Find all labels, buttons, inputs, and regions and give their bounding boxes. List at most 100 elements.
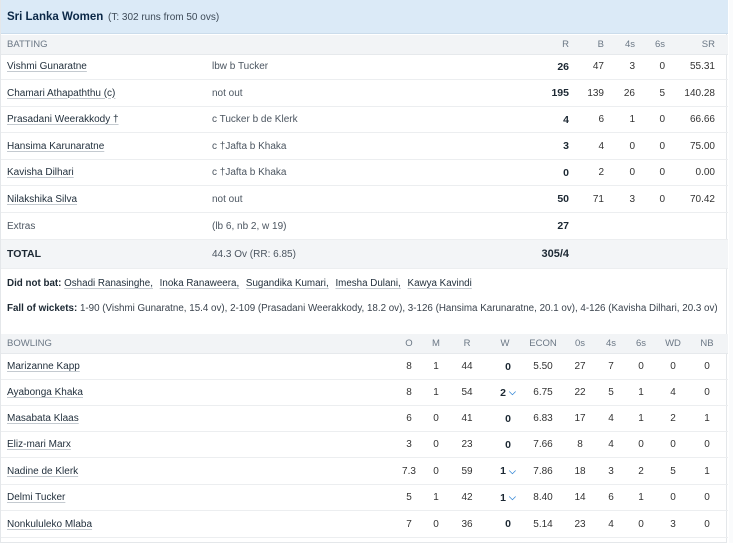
bowler-runs: 36 (461, 518, 473, 530)
bowler-runs: 59 (461, 465, 473, 477)
team-header[interactable]: Sri Lanka Women (T: 302 runs from 50 ovs… (1, 0, 728, 34)
batter-name[interactable]: Nilakshika Silva (7, 186, 77, 212)
fow-text: 1-90 (Vishmi Gunaratne, 15.4 ov), 2-109 … (79, 303, 718, 314)
col-bowl-runs: R (463, 338, 471, 349)
batter-fours: 26 (623, 87, 635, 99)
bowler-runs: 42 (461, 492, 473, 503)
dismissal: not out (212, 87, 243, 99)
did-not-bat-player[interactable]: Sugandika Kumari, (246, 278, 329, 289)
bowler-dots: 14 (574, 492, 586, 503)
batter-runs: 3 (563, 140, 569, 152)
bowler-economy: 5.50 (533, 361, 553, 372)
bowler-wickets[interactable]: 1 ⌵ (493, 458, 523, 484)
bowler-row: Delmi Tucker 5 1 42 1 ⌵ 8.40 14 6 1 0 0 (1, 485, 728, 511)
bowler-name[interactable]: Marizanne Kapp (7, 354, 80, 379)
chevron-down-icon[interactable]: ⌵ (509, 387, 516, 398)
bowler-row: Nonkululeko Mlaba 7 0 36 0 5.14 23 4 0 3 0 (1, 511, 728, 538)
bowler-economy: 7.66 (533, 439, 553, 450)
bowler-row: Marizanne Kapp 8 1 44 0 5.50 27 7 0 0 0 (1, 354, 728, 380)
dismissal: c †Jafta b Khaka (212, 140, 287, 152)
batter-row: Hansima Karunaratne c †Jafta b Khaka 3 4 0 0 7… (1, 133, 728, 160)
bowler-wides: 0 (670, 439, 676, 450)
batter-sixes: 0 (659, 140, 665, 152)
batter-balls: 139 (587, 87, 604, 99)
wickets-value: 0 (505, 438, 511, 451)
col-balls: B (597, 39, 604, 50)
bowler-wickets: 0 (493, 511, 523, 537)
bowler-overs: 3 (406, 439, 412, 450)
col-no-balls: NB (700, 338, 714, 349)
col-wickets: W (500, 338, 510, 349)
bowler-dots: 27 (574, 361, 586, 372)
bowler-wides: 3 (670, 518, 676, 530)
bowler-economy: 5.14 (533, 518, 553, 530)
batter-row: Prasadani Weerakkody † c Tucker b de Kler… (1, 107, 728, 133)
batter-strike-rate: 0.00 (695, 167, 715, 178)
batter-runs: 195 (551, 87, 569, 99)
batter-fours: 3 (629, 61, 635, 72)
batter-name[interactable]: Vishmi Gunaratne (7, 54, 87, 79)
target-info: (T: 302 runs from 50 ovs) (108, 12, 220, 23)
batter-balls: 6 (598, 114, 604, 125)
bowler-no-balls: 0 (704, 518, 710, 530)
chevron-down-icon[interactable]: ⌵ (509, 466, 516, 477)
bowler-no-balls: 0 (704, 361, 710, 372)
wickets-value: 0 (505, 412, 511, 425)
did-not-bat-player[interactable]: Imesha Dulani, (335, 278, 400, 289)
bowler-fours: 3 (608, 465, 614, 477)
bowler-row: Ayabonga Khaka 8 1 54 2 ⌵ 6.75 22 5 1 4 0 (1, 380, 728, 406)
bowler-name[interactable]: Eliz-mari Marx (7, 432, 71, 457)
bowler-wickets[interactable]: 2 ⌵ (493, 380, 523, 405)
total-label: TOTAL (7, 248, 42, 260)
bowler-name[interactable]: Ayabonga Khaka (7, 380, 83, 405)
batter-strike-rate: 75.00 (689, 140, 715, 152)
did-not-bat-player[interactable]: Oshadi Ranasinghe, (64, 278, 153, 289)
bowler-wickets: 0 (493, 406, 523, 431)
batter-name[interactable]: Chamari Athapaththu (c) (7, 80, 115, 106)
batter-row: Kavisha Dilhari c †Jafta b Khaka 0 2 0 0 0.00 (1, 160, 728, 186)
batter-runs: 50 (557, 193, 569, 205)
dismissal: not out (212, 193, 243, 205)
col-fours: 4s (624, 39, 635, 50)
batter-sixes: 0 (659, 114, 665, 125)
bowler-maidens: 1 (433, 361, 439, 372)
wickets-value: 0 (505, 518, 511, 530)
bowler-name[interactable]: Masabata Klaas (7, 406, 79, 431)
batting-header-row: BATTING R B 4s 6s SR (1, 35, 728, 55)
batter-balls: 4 (598, 140, 604, 152)
dismissal: c Tucker b de Klerk (212, 114, 298, 125)
batter-balls: 71 (592, 193, 604, 205)
bowler-sixes: 1 (638, 492, 644, 503)
scorecard-card: Sri Lanka Women (T: 302 runs from 50 ovs… (0, 0, 728, 543)
dismissal: lbw b Tucker (212, 61, 269, 72)
bowler-no-balls: 1 (704, 465, 710, 477)
bowler-dots: 17 (574, 413, 586, 424)
bowler-maidens: 0 (433, 439, 439, 450)
batter-name[interactable]: Kavisha Dilhari (7, 160, 74, 185)
bowler-overs: 6 (406, 413, 412, 424)
bowler-name[interactable]: Nadine de Klerk (7, 458, 78, 484)
bowler-name[interactable]: Delmi Tucker (7, 485, 65, 510)
did-not-bat-player[interactable]: Kawya Kavindi (408, 278, 472, 289)
bowler-wickets[interactable]: 1 ⌵ (493, 485, 523, 510)
batter-name[interactable]: Prasadani Weerakkody † (7, 107, 119, 132)
bowler-sixes: 0 (638, 518, 644, 530)
wickets-value: 0 (505, 360, 511, 373)
chevron-down-icon[interactable]: ⌵ (509, 492, 516, 503)
batting-label: BATTING (7, 39, 48, 50)
batter-balls: 2 (598, 167, 604, 178)
bowler-wides: 2 (670, 413, 676, 424)
bowler-overs: 5 (406, 492, 412, 503)
batter-name[interactable]: Hansima Karunaratne (7, 133, 104, 159)
total-score: 305/4 (541, 248, 569, 260)
bowler-wickets: 0 (493, 432, 523, 457)
scrollbar[interactable] (729, 0, 733, 543)
dismissal: c †Jafta b Khaka (212, 167, 287, 178)
bowler-row: Eliz-mari Marx 3 0 23 0 7.66 8 4 0 0 0 (1, 432, 728, 458)
col-bowl-sixes: 6s (635, 338, 647, 349)
batter-strike-rate: 140.28 (684, 87, 715, 99)
did-not-bat-player[interactable]: Inoka Ranaweera, (160, 278, 240, 289)
bowler-dots: 18 (574, 465, 586, 477)
total-row: TOTAL 44.3 Ov (RR: 6.85) 305/4 (1, 240, 728, 269)
bowler-name[interactable]: Nonkululeko Mlaba (7, 511, 92, 537)
